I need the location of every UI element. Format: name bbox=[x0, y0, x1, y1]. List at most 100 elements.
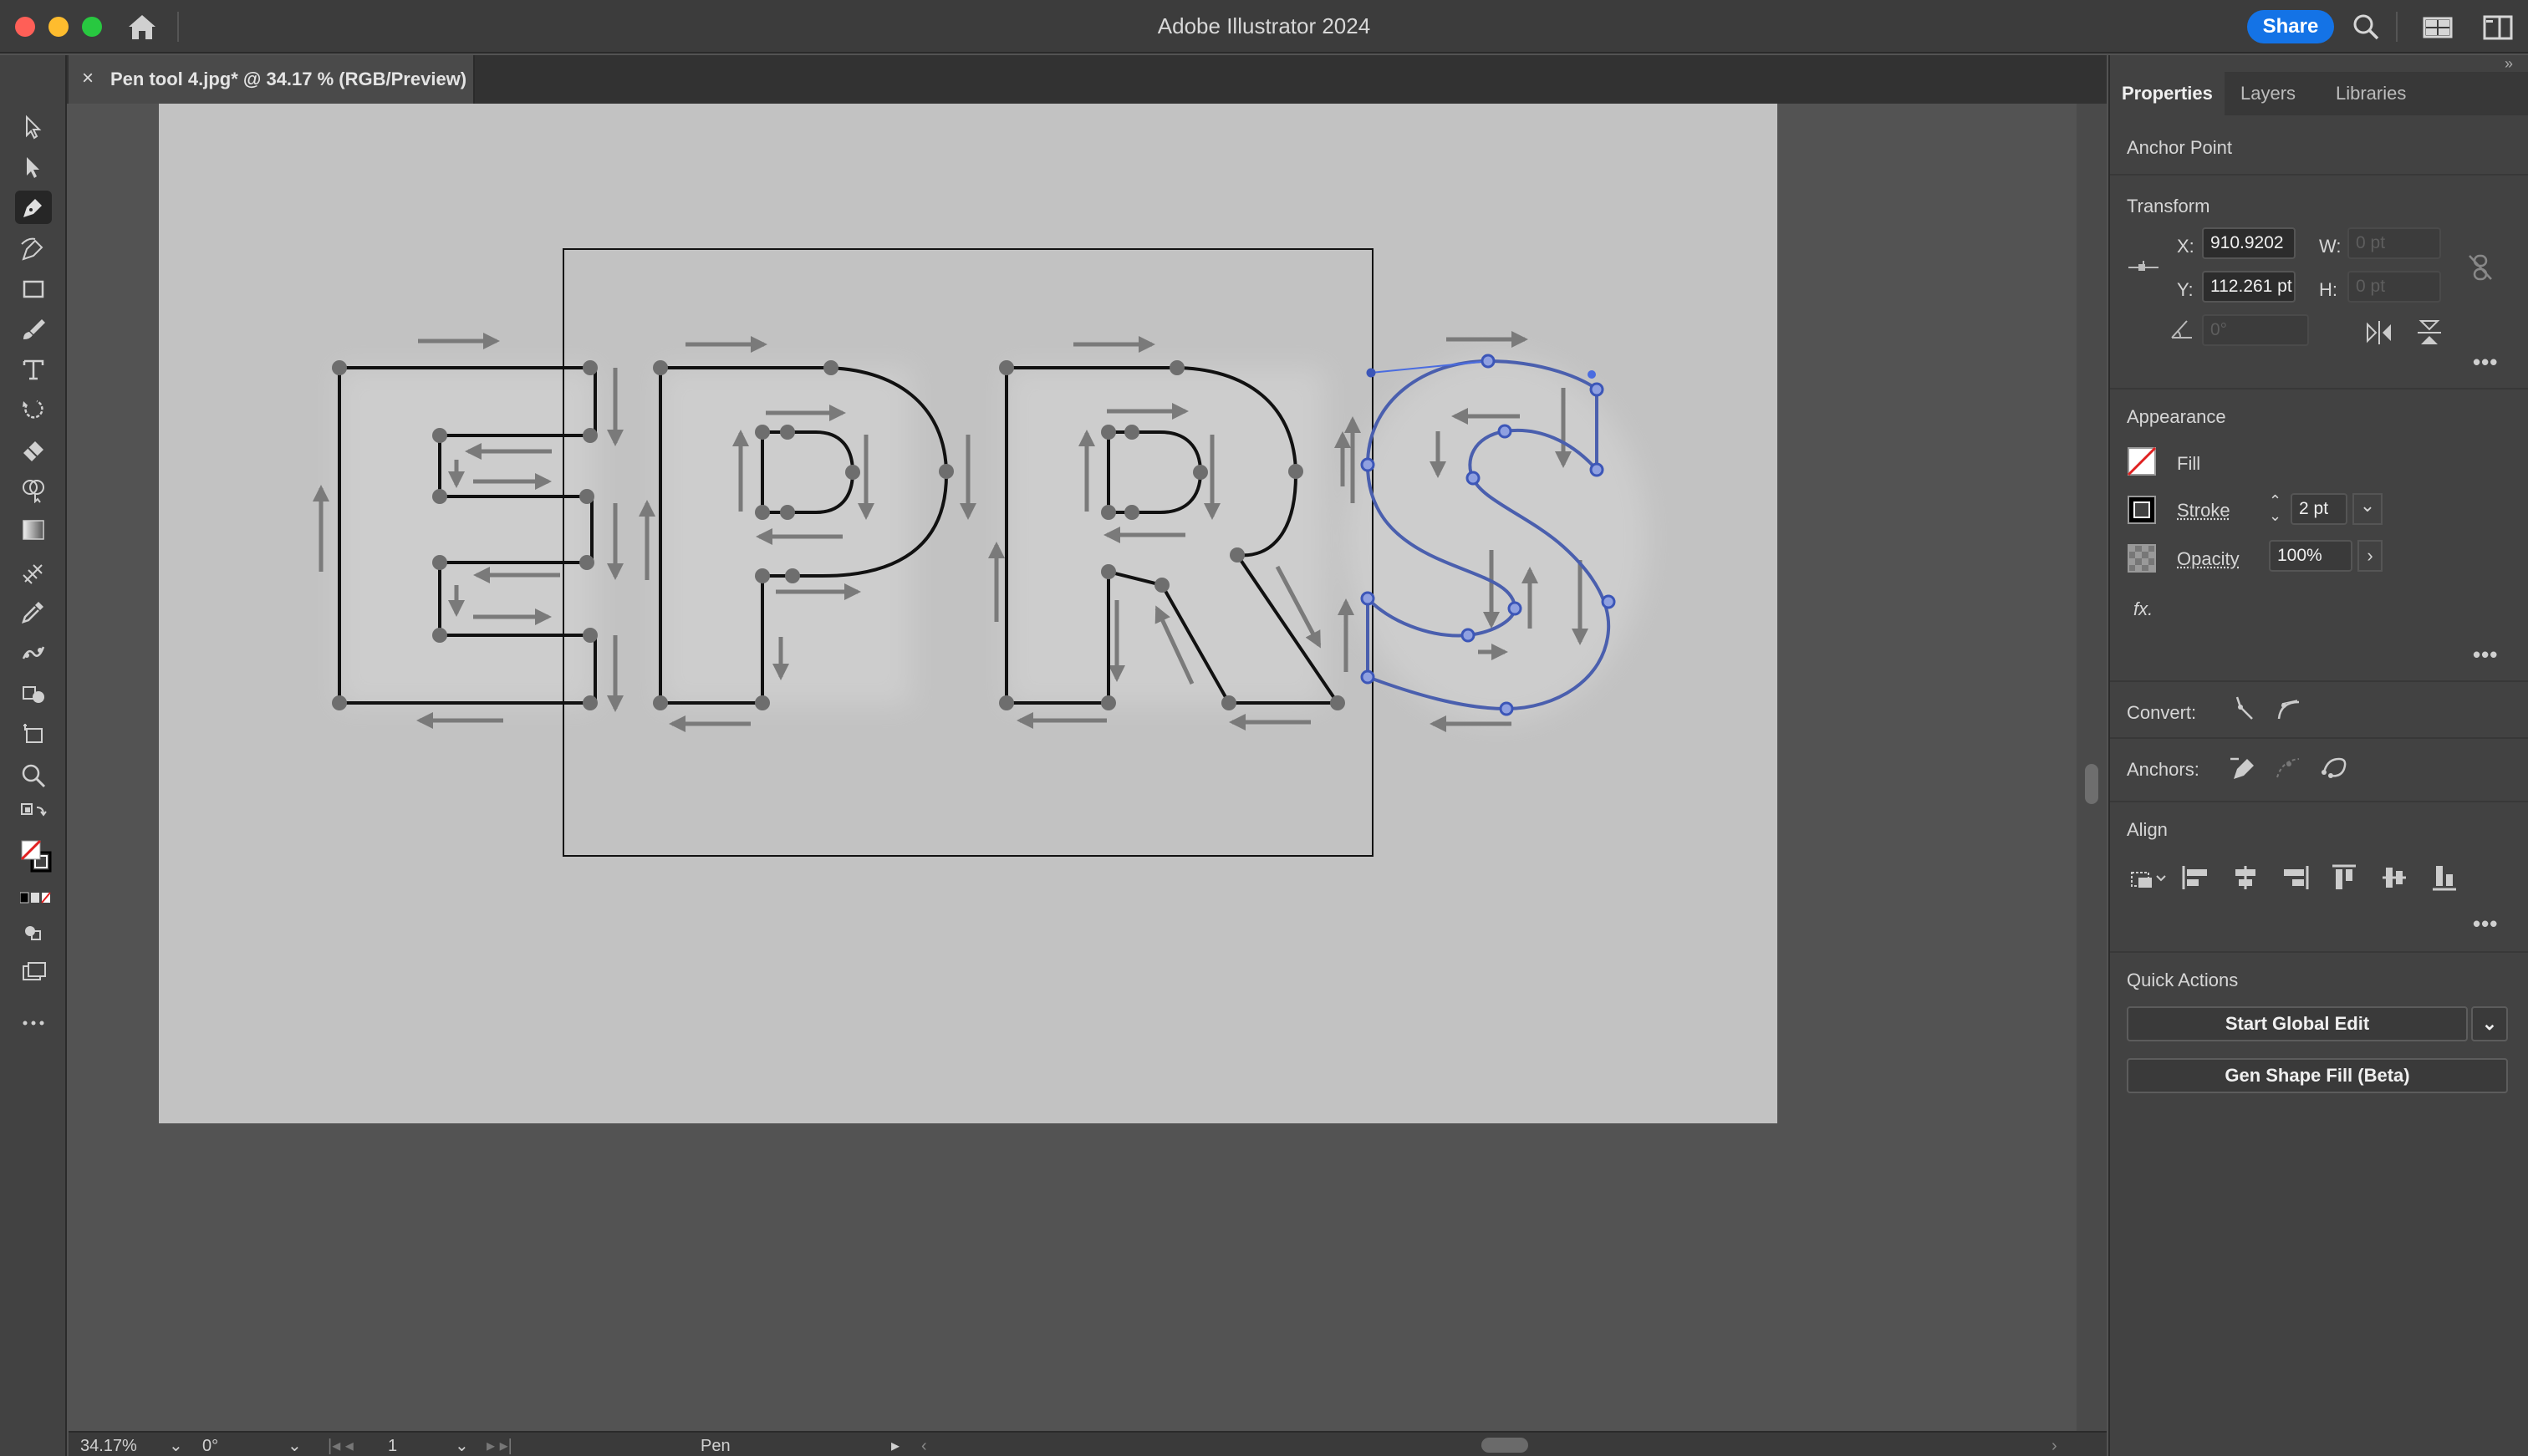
shape-builder-tool-icon[interactable] bbox=[15, 473, 52, 507]
opacity-input[interactable]: 100% bbox=[2269, 540, 2352, 572]
eyedropper-tool-icon[interactable] bbox=[15, 595, 52, 629]
opacity-icon[interactable] bbox=[2127, 543, 2157, 573]
align-top-icon[interactable] bbox=[2329, 863, 2359, 893]
convert-to-corner-icon[interactable] bbox=[2229, 694, 2259, 724]
symbol-sprayer-tool-icon[interactable] bbox=[15, 675, 52, 709]
scroll-left-icon[interactable]: ‹ bbox=[921, 1436, 927, 1456]
artboard-dropdown-icon[interactable]: ⌄ bbox=[455, 1436, 469, 1456]
mesh-tool-icon[interactable] bbox=[15, 555, 52, 588]
stroke-weight-input[interactable]: 2 pt bbox=[2291, 493, 2347, 525]
status-bar: 34.17% ⌄ 0° ⌄ |◂ ◂ 1 ⌄ ▸ ▸| Pen ▸ ‹ › bbox=[69, 1431, 2107, 1456]
global-edit-options-icon[interactable]: ⌄ bbox=[2471, 1006, 2508, 1041]
align-bottom-icon[interactable] bbox=[2429, 863, 2459, 893]
type-tool-icon[interactable] bbox=[15, 353, 52, 386]
connect-anchors-icon[interactable] bbox=[2319, 752, 2349, 782]
rotate-tool-icon[interactable] bbox=[15, 393, 52, 426]
puppet-warp-tool-icon[interactable] bbox=[15, 635, 52, 669]
status-menu-icon[interactable]: ▸ bbox=[891, 1436, 900, 1456]
y-coordinate-input[interactable]: 112.261 pt bbox=[2202, 271, 2296, 303]
artboard-number-field[interactable]: 1 bbox=[388, 1436, 397, 1456]
artboard[interactable] bbox=[159, 104, 1777, 1123]
flip-horizontal-icon[interactable] bbox=[2364, 318, 2394, 348]
align-vertical-center-icon[interactable] bbox=[2379, 863, 2409, 893]
opacity-label[interactable]: Opacity bbox=[2177, 548, 2240, 570]
remove-anchor-icon[interactable] bbox=[2229, 752, 2259, 782]
color-mode-icon[interactable] bbox=[15, 886, 52, 909]
divider bbox=[2110, 388, 2528, 389]
document-tab-bar: » × Pen tool 4.jpg* @ 34.17 % (RGB/Previ… bbox=[0, 55, 2107, 104]
eraser-tool-icon[interactable] bbox=[15, 433, 52, 466]
vertical-scrollbar[interactable] bbox=[2077, 104, 2107, 1431]
fill-stroke-swatch-icon[interactable] bbox=[15, 834, 52, 878]
canvas-area[interactable] bbox=[69, 104, 2107, 1431]
convert-to-smooth-icon[interactable] bbox=[2274, 694, 2304, 724]
artwork-svg[interactable] bbox=[159, 104, 1777, 1123]
screen-mode-icon[interactable] bbox=[15, 956, 52, 990]
direct-selection-tool-icon[interactable] bbox=[15, 150, 52, 184]
artboard-tool-icon[interactable] bbox=[15, 717, 52, 751]
x-coordinate-input[interactable]: 910.9202 bbox=[2202, 227, 2296, 259]
fill-label: Fill bbox=[2177, 453, 2201, 474]
height-input[interactable]: 0 pt bbox=[2347, 271, 2441, 303]
close-tab-icon[interactable]: × bbox=[82, 67, 94, 90]
appearance-more-options-icon[interactable]: ••• bbox=[2473, 642, 2498, 668]
curvature-tool-icon[interactable] bbox=[15, 232, 52, 266]
vertical-scroll-thumb[interactable] bbox=[2085, 764, 2098, 804]
horizontal-scroll-thumb[interactable] bbox=[1481, 1438, 1528, 1453]
document-tab[interactable]: × Pen tool 4.jpg* @ 34.17 % (RGB/Preview… bbox=[69, 55, 475, 104]
zoom-field[interactable]: 34.17% bbox=[80, 1436, 137, 1456]
direction-handle[interactable] bbox=[1588, 370, 1596, 379]
swap-fill-stroke-icon[interactable] bbox=[15, 797, 52, 831]
convert-label: Convert: bbox=[2127, 702, 2197, 723]
width-input[interactable]: 0 pt bbox=[2347, 227, 2441, 259]
rotation-angle-input[interactable]: 0° bbox=[2202, 314, 2309, 346]
zoom-tool-icon[interactable] bbox=[15, 759, 52, 792]
share-button[interactable]: Share bbox=[2247, 10, 2334, 43]
appearance-title: Appearance bbox=[2127, 406, 2226, 427]
align-left-icon[interactable] bbox=[2180, 863, 2210, 893]
tab-layers[interactable]: Layers bbox=[2229, 72, 2307, 115]
start-global-edit-button[interactable]: Start Global Edit bbox=[2127, 1006, 2468, 1041]
align-horizontal-center-icon[interactable] bbox=[2230, 863, 2260, 893]
constrain-proportions-icon[interactable] bbox=[2466, 252, 2496, 283]
divider bbox=[2110, 951, 2528, 953]
paintbrush-tool-icon[interactable] bbox=[15, 313, 52, 346]
transform-more-options-icon[interactable]: ••• bbox=[2473, 349, 2498, 375]
stroke-weight-dropdown-icon[interactable]: ⌄ bbox=[2352, 493, 2383, 525]
reference-point-icon[interactable] bbox=[2127, 252, 2158, 283]
stroke-label[interactable]: Stroke bbox=[2177, 500, 2230, 522]
align-to-selection-icon[interactable] bbox=[2127, 863, 2169, 893]
drawing-mode-icon[interactable] bbox=[15, 916, 52, 949]
gradient-tool-icon[interactable] bbox=[15, 513, 52, 547]
opacity-expand-icon[interactable]: › bbox=[2357, 540, 2383, 572]
stroke-stepper-icon[interactable]: ⌃ ⌄ bbox=[2269, 493, 2281, 523]
stroke-swatch-icon[interactable] bbox=[2127, 495, 2157, 525]
zoom-dropdown-icon[interactable]: ⌄ bbox=[169, 1436, 183, 1456]
more-tools-icon[interactable] bbox=[15, 1006, 52, 1040]
rotate-angle-icon bbox=[2169, 314, 2199, 344]
rectangle-tool-icon[interactable] bbox=[15, 272, 52, 306]
gen-shape-fill-button[interactable]: Gen Shape Fill (Beta) bbox=[2127, 1058, 2508, 1093]
panel-toggle-icon[interactable] bbox=[2483, 12, 2513, 42]
flip-vertical-icon[interactable] bbox=[2414, 318, 2444, 348]
last-artboard-icon[interactable]: ▸ ▸| bbox=[487, 1436, 512, 1456]
selection-tool-icon[interactable] bbox=[15, 110, 52, 144]
tab-properties[interactable]: Properties bbox=[2110, 72, 2225, 115]
workspace-layout-icon[interactable] bbox=[2423, 12, 2453, 42]
align-right-icon[interactable] bbox=[2281, 863, 2311, 893]
tab-libraries[interactable]: Libraries bbox=[2324, 72, 2418, 115]
effects-fx-icon[interactable]: fx. bbox=[2133, 598, 2153, 620]
title-bar: Adobe Illustrator 2024 Share bbox=[0, 0, 2528, 53]
scroll-right-icon[interactable]: › bbox=[2051, 1436, 2057, 1456]
selection-type-label: Anchor Point bbox=[2127, 137, 2232, 158]
first-artboard-icon[interactable]: |◂ ◂ bbox=[328, 1436, 354, 1456]
rotation-dropdown-icon[interactable]: ⌄ bbox=[288, 1436, 302, 1456]
rotation-field[interactable]: 0° bbox=[202, 1436, 218, 1456]
fill-none-swatch-icon[interactable] bbox=[2127, 446, 2157, 476]
divider bbox=[2110, 680, 2528, 682]
transform-title: Transform bbox=[2127, 196, 2210, 216]
collapse-panel-icon[interactable]: » bbox=[2505, 55, 2513, 73]
align-more-options-icon[interactable]: ••• bbox=[2473, 911, 2498, 937]
search-icon[interactable] bbox=[2351, 12, 2381, 42]
pen-tool-icon[interactable] bbox=[15, 191, 52, 224]
